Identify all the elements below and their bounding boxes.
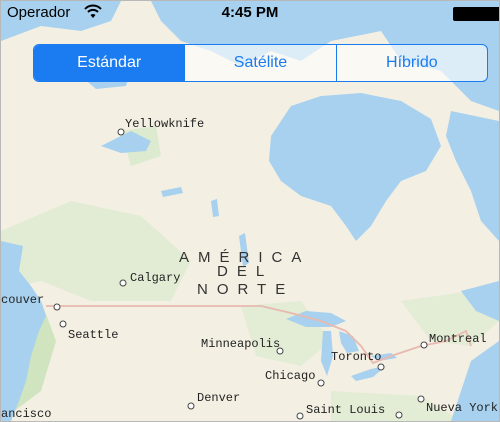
city-label: Chicago	[265, 369, 315, 383]
city-label: Toronto	[331, 350, 381, 364]
city-marker-calgary[interactable]: Calgary	[119, 271, 180, 287]
battery-icon	[453, 7, 499, 21]
city-label: Seattle	[68, 328, 118, 342]
segment-hybrid[interactable]: Híbrido	[335, 45, 487, 81]
city-marker-montreal[interactable]: Montreal	[420, 332, 487, 349]
city-dot	[395, 411, 403, 419]
city-dot	[296, 412, 304, 420]
city-dot	[117, 128, 125, 136]
segment-satellite[interactable]: Satélite	[184, 45, 335, 81]
city-dot	[377, 363, 385, 371]
city-dot	[317, 379, 325, 387]
city-dot	[53, 303, 61, 311]
segment-standard[interactable]: Estándar	[34, 45, 185, 81]
city-label: couver	[1, 293, 44, 307]
city-label: ancisco	[1, 407, 51, 421]
city-label: Calgary	[130, 271, 180, 285]
city-dot	[420, 341, 428, 349]
city-label: Montreal	[429, 332, 487, 346]
app-frame: AMÉRICA DEL NORTE Yellowknife Calgary co…	[0, 0, 500, 422]
city-dot	[119, 279, 127, 287]
city-dot	[187, 402, 195, 410]
continent-label-line2: DEL	[217, 263, 273, 280]
status-bar: Operador 4:45 PM	[1, 1, 499, 25]
city-label: Yellowknife	[125, 117, 204, 131]
city-label: Nueva York	[426, 401, 498, 415]
city-dot	[417, 395, 425, 403]
city-label: Denver	[197, 391, 240, 405]
carrier-label: Operador	[7, 4, 71, 21]
continent-label-line3: NORTE	[197, 281, 294, 298]
wifi-icon	[83, 3, 103, 24]
status-time: 4:45 PM	[221, 4, 279, 21]
city-label: Minneapolis	[201, 337, 280, 351]
map-type-segmented-control: Estándar Satélite Híbrido	[33, 44, 488, 82]
city-dot	[59, 320, 67, 328]
city-marker-san-francisco[interactable]: ancisco	[1, 407, 51, 421]
city-label: Saint Louis	[306, 403, 385, 417]
city-marker-saint-louis[interactable]: Saint Louis	[296, 403, 385, 420]
